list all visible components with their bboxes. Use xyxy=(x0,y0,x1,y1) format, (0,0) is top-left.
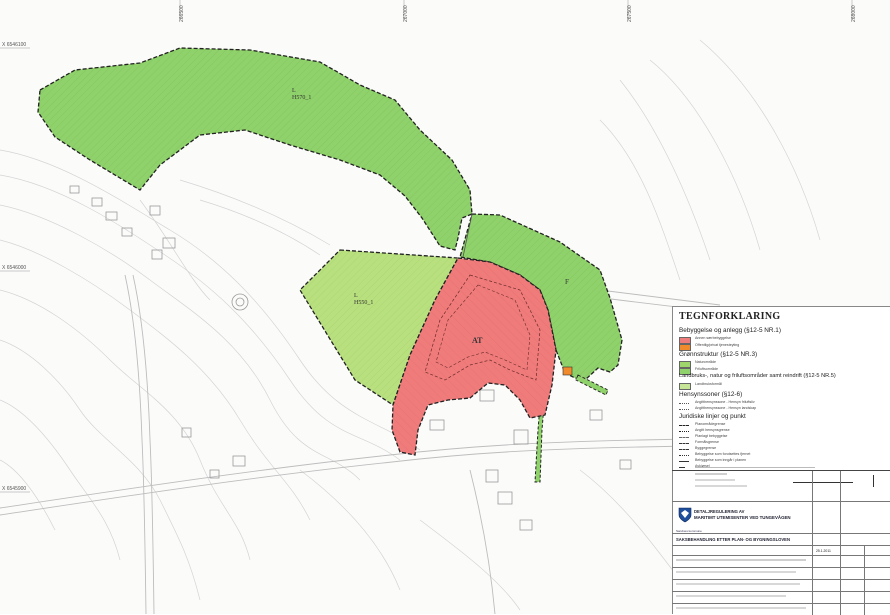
legend-item-label: Formålsgrense xyxy=(695,440,719,444)
zone-public-service[interactable] xyxy=(562,366,573,376)
legend-item-label: Landbruksformål xyxy=(695,382,722,386)
coord-top-2: 267000 xyxy=(403,5,409,22)
title-meta-line xyxy=(676,595,786,597)
legend-title: TEGNFORKLARING xyxy=(679,311,781,322)
zone-north-label-top: L xyxy=(292,88,296,94)
title-meta-line xyxy=(676,583,800,585)
zone-west-label-top: L xyxy=(354,293,358,299)
coord-top-4: 268000 xyxy=(851,5,857,22)
title-date: 25.1.2011 xyxy=(816,549,831,553)
legend-item-label: Annen særbebyggelse xyxy=(695,336,731,340)
legend-item-label: Angitthensynssone - Hensyn landskap xyxy=(695,406,757,410)
title-block-rule xyxy=(672,579,890,580)
title-meta-line xyxy=(676,559,806,561)
title-block-rule xyxy=(672,591,890,592)
legend-item-label: Byggegrense xyxy=(695,446,717,450)
legend-item-label: Naturområde xyxy=(695,360,716,364)
legend-section-juridiske: Juridiske linjer og punkt xyxy=(679,413,746,420)
legend-item-label: Angitthensynssone - Hensyn friluftsliv xyxy=(695,400,755,404)
coord-top-3: 267500 xyxy=(627,5,633,22)
legend-item-label: Angitt hensynsgrense xyxy=(695,428,730,432)
municipality-shield-icon xyxy=(678,507,692,523)
legend-line-swatch xyxy=(679,437,689,438)
legend-line-swatch xyxy=(679,443,689,444)
title-org: DETALJREGULERING AV xyxy=(694,509,745,514)
title-block-rule xyxy=(672,545,890,546)
coord-left-3: X 6545900 xyxy=(2,486,26,492)
legend-line-swatch xyxy=(679,403,689,404)
legend-section-bebyggelse: Bebyggelse og anlegg (§12-5 NR.1) xyxy=(679,327,781,334)
title-block: DETALJREGULERING AV MARITIMT UTEMISENTER… xyxy=(672,470,890,615)
legend-item-label: Planlagt bebyggelse xyxy=(695,434,728,438)
title-meta-line xyxy=(676,607,806,609)
title-block-rule xyxy=(672,501,890,502)
zone-center-label: AT xyxy=(472,336,483,345)
zone-north-label-bottom: H570_1 xyxy=(292,95,311,101)
title-block-rule xyxy=(672,567,890,568)
legend-swatch xyxy=(679,344,691,351)
legend-line-swatch xyxy=(679,425,689,426)
title-block-rule xyxy=(672,533,890,534)
title-municipality: Sandnes kommune xyxy=(676,529,702,533)
legend-line-swatch xyxy=(679,467,685,468)
legend-item-label: Bebyggelse som forutsettes fjernet xyxy=(695,452,751,456)
legend-item: Offentlig/privat tjenesteyting xyxy=(679,343,884,351)
coord-left-2: X 6546000 xyxy=(2,265,26,271)
title-case-handling: SAKSBEHANDLING ETTER PLAN- OG BYGNINGSLO… xyxy=(676,537,790,542)
legend-section-hensynssoner: Hensynssoner (§12-6) xyxy=(679,391,743,398)
legend-line-swatch xyxy=(679,455,689,456)
zone-west-label-bottom: H550_1 xyxy=(354,300,373,306)
title-block-rule xyxy=(672,555,890,556)
title-meta-line xyxy=(676,571,796,573)
legend-item: Naturområde xyxy=(679,360,884,368)
legend-divider xyxy=(695,467,815,468)
legend-item-label: Bebyggelse som inngår i planen xyxy=(695,458,747,462)
legend-section-gronnstruktur: Grønnstruktur (§12-5 NR.3) xyxy=(679,351,758,358)
coord-left-1: X 6546100 xyxy=(2,42,26,48)
legend-item: Annen særbebyggelse xyxy=(679,336,884,344)
legend-item: Landbruksformål xyxy=(679,382,884,390)
legend-line-swatch xyxy=(679,409,689,410)
title-block-rule xyxy=(812,471,813,615)
legend-item: Angitthensynssone - Hensyn landskap xyxy=(679,406,884,412)
zone-east-label: F xyxy=(565,278,569,286)
legend-item-label: Offentlig/privat tjenesteyting xyxy=(695,343,740,347)
legend-item-label: Friluftsområde xyxy=(695,367,718,371)
legend-line-swatch xyxy=(679,449,689,450)
coord-top-1: 266500 xyxy=(179,5,185,22)
title-block-rule xyxy=(672,603,890,604)
title-block-rule xyxy=(840,471,841,615)
legend-item-label: Planområdegrense xyxy=(695,422,726,426)
title-block-rule xyxy=(864,545,865,615)
legend-section-landbruk: Landbruks-, natur og friluftsområder sam… xyxy=(679,373,836,379)
legend-line-swatch xyxy=(679,461,689,462)
legend-swatch xyxy=(679,383,691,390)
legend-line-swatch xyxy=(679,431,689,432)
title-project: MARITIMT UTEMISENTER VED TUNGEVÅGEN xyxy=(694,515,791,520)
